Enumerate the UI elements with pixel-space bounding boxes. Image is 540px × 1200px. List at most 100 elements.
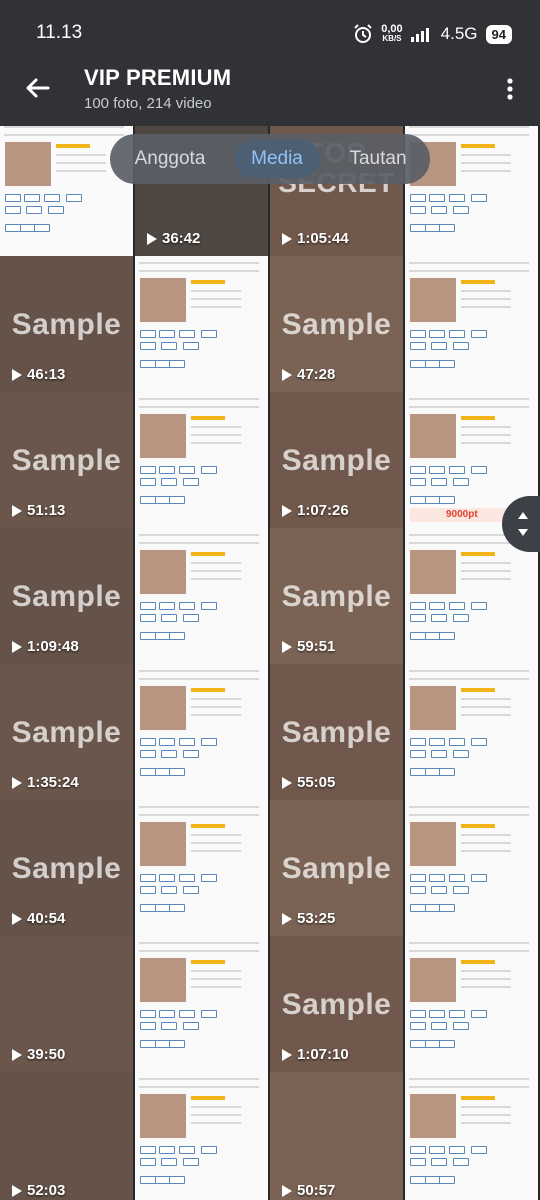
video-duration: 1:07:10 — [282, 1046, 349, 1063]
ad-text-line — [409, 942, 529, 944]
media-tile-video[interactable]: Sample 1:07:26 — [270, 392, 403, 528]
rating-stars-icon — [191, 960, 225, 964]
ad-tag-chip — [48, 206, 64, 214]
media-tile-ad-image[interactable] — [135, 936, 268, 1072]
media-tile-ad-image[interactable] — [405, 256, 538, 392]
media-tile-video[interactable]: Sample 40:54 — [0, 800, 133, 936]
media-tile-video[interactable]: 39:50 — [0, 936, 133, 1072]
ad-tag-chip — [140, 1158, 156, 1166]
ad-tag-chip — [410, 360, 426, 368]
media-tile-video[interactable]: Sample 55:05 — [270, 664, 403, 800]
ad-text-line — [461, 834, 511, 836]
ad-tag-chip — [429, 1146, 445, 1154]
ad-tag-chip — [201, 466, 217, 474]
media-tile-ad-image[interactable] — [135, 528, 268, 664]
media-tile-video[interactable]: Sample 46:13 — [0, 256, 133, 392]
media-tile-video[interactable]: Sample 59:51 — [270, 528, 403, 664]
tab-anggota[interactable]: Anggota — [122, 140, 218, 178]
media-tile-video[interactable]: Sample 1:35:24 — [0, 664, 133, 800]
ad-tag-chip — [140, 738, 156, 746]
media-tile-video[interactable]: Sample 51:13 — [0, 392, 133, 528]
ad-tag-chip — [140, 1040, 156, 1048]
play-icon — [147, 232, 157, 245]
ad-thumbnail — [140, 958, 186, 1002]
ad-text-line — [461, 154, 511, 156]
ad-tag-chip — [410, 874, 426, 882]
media-tile-ad-image[interactable] — [405, 936, 538, 1072]
play-icon — [282, 1184, 292, 1197]
ad-tag-chip — [179, 874, 195, 882]
back-arrow-icon[interactable] — [22, 72, 54, 104]
ad-tag-chip — [44, 194, 60, 202]
tab-media[interactable]: Media — [234, 140, 320, 178]
media-tile-video[interactable]: 52:03 — [0, 1072, 133, 1200]
ad-text-line — [56, 170, 106, 172]
ad-text-line — [409, 262, 529, 264]
video-duration-text: 50:57 — [297, 1182, 336, 1199]
ad-tag-chip — [471, 194, 487, 202]
media-tile-ad-image[interactable] — [135, 800, 268, 936]
ad-text-line — [461, 426, 511, 428]
ad-tag-chip — [431, 342, 447, 350]
media-tile-video[interactable]: Sample 47:28 — [270, 256, 403, 392]
ad-tag-chip — [140, 750, 156, 758]
ad-tag-chip — [161, 614, 177, 622]
ad-tag-chip — [439, 904, 455, 912]
media-tile-ad-image[interactable] — [135, 256, 268, 392]
ad-tag-chip — [453, 614, 469, 622]
media-tile-video[interactable]: Sample 1:07:10 — [270, 936, 403, 1072]
ad-thumbnail — [410, 414, 456, 458]
ad-tag-chip — [179, 330, 195, 338]
sample-watermark: Sample — [281, 716, 392, 749]
ad-tag-chip — [410, 1022, 426, 1030]
ad-tag-chip — [159, 1146, 175, 1154]
ad-text-line — [139, 670, 259, 672]
ad-tag-chip — [201, 1146, 217, 1154]
ad-text-line — [461, 170, 511, 172]
media-tile-video[interactable]: Sample 53:25 — [270, 800, 403, 936]
ad-tag-chip — [471, 602, 487, 610]
ad-tag-chip — [439, 1176, 455, 1184]
sample-watermark: Sample — [281, 580, 392, 613]
ad-text-line — [409, 406, 529, 408]
sample-watermark: Sample — [281, 852, 392, 885]
video-duration-text: 1:07:26 — [297, 502, 349, 519]
rating-stars-icon — [461, 824, 495, 828]
ad-tag-chip — [24, 194, 40, 202]
ad-tag-chip — [453, 478, 469, 486]
media-tile-ad-image[interactable] — [405, 1072, 538, 1200]
clock: 11.13 — [36, 22, 83, 43]
media-tile-ad-image[interactable] — [405, 664, 538, 800]
tab-tautan[interactable]: Tautan — [336, 140, 420, 178]
ad-tag-chip — [159, 1010, 175, 1018]
ad-text-line — [191, 714, 241, 716]
video-duration: 47:28 — [282, 366, 335, 383]
media-tile-video[interactable]: Sample 1:09:48 — [0, 528, 133, 664]
video-duration-text: 1:07:10 — [297, 1046, 349, 1063]
more-options-icon[interactable] — [500, 76, 520, 102]
ad-text-line — [461, 714, 511, 716]
video-duration-text: 59:51 — [297, 638, 336, 655]
ad-tag-chip — [140, 1022, 156, 1030]
ad-tag-chip — [410, 886, 426, 894]
ad-text-line — [461, 578, 511, 580]
ad-text-line — [409, 126, 529, 128]
ad-tag-chip — [449, 874, 465, 882]
media-grid: 36:42TOP SECRET1:05:44Sample46:13Sample4… — [0, 126, 540, 1200]
scroll-arrows-icon — [518, 512, 528, 536]
ad-tag-chip — [201, 1010, 217, 1018]
ad-tag-chip — [159, 874, 175, 882]
ad-tag-chip — [471, 874, 487, 882]
media-tile-video[interactable]: 50:57 — [270, 1072, 403, 1200]
ad-text-line — [461, 562, 511, 564]
media-tile-ad-image[interactable] — [135, 1072, 268, 1200]
ad-text-line — [191, 970, 241, 972]
media-tile-ad-image[interactable] — [405, 800, 538, 936]
ad-text-line — [191, 442, 241, 444]
ad-tag-chip — [179, 466, 195, 474]
ad-tag-chip — [439, 360, 455, 368]
media-tile-ad-image[interactable] — [135, 664, 268, 800]
ad-tag-chip — [471, 1146, 487, 1154]
media-tile-ad-image[interactable] — [135, 392, 268, 528]
ad-tag-chip — [161, 750, 177, 758]
